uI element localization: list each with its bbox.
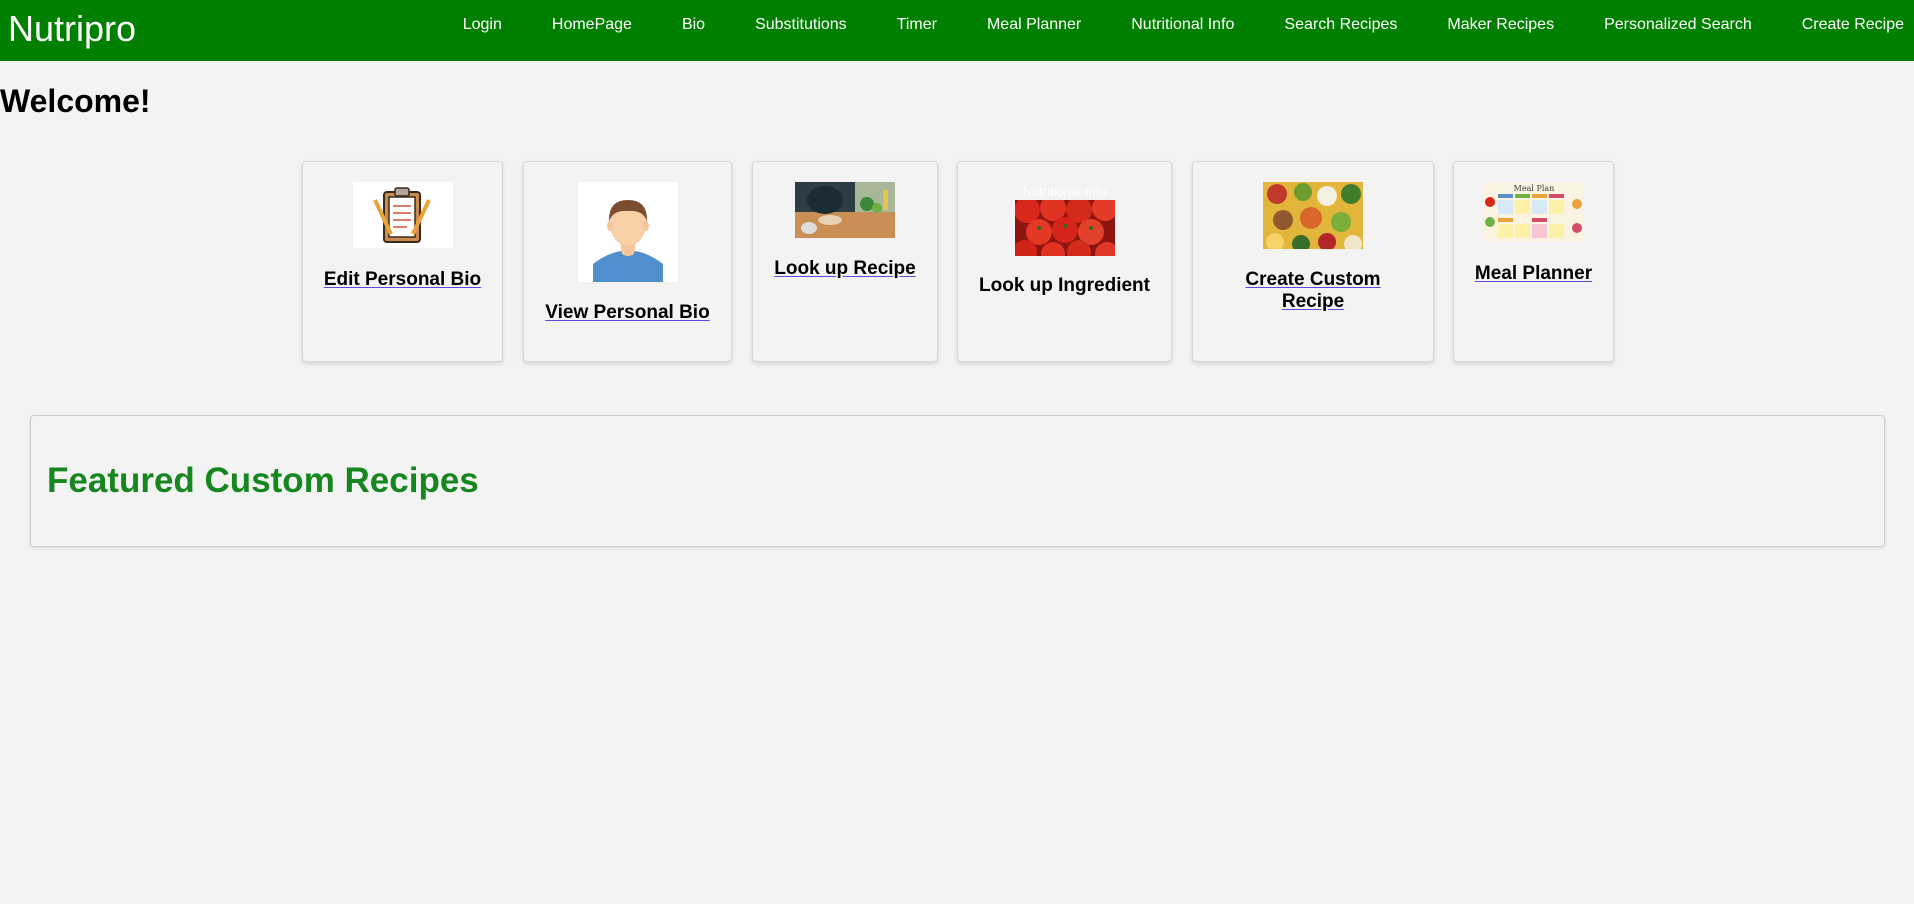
welcome-heading: Welcome!: [0, 83, 151, 119]
featured-recipes-section: Featured Custom Recipes: [30, 415, 1885, 547]
tomatoes-photo: [1014, 200, 1115, 256]
card-meal-planner-link[interactable]: Meal Planner: [1454, 263, 1613, 285]
nav-create-recipe[interactable]: Create Recipe: [1802, 16, 1904, 34]
meal-plan-icon: Meal Plan: [1483, 182, 1584, 242]
featured-recipes-title: Featured Custom Recipes: [47, 461, 479, 500]
brand-logo[interactable]: Nutripro: [8, 8, 136, 50]
card-view-personal-bio-link[interactable]: View Personal Bio: [524, 302, 731, 324]
nav-nutritional-info[interactable]: Nutritional Info: [1131, 16, 1234, 34]
card-edit-personal-bio[interactable]: Edit Personal Bio: [302, 161, 503, 362]
nav-timer[interactable]: Timer: [897, 16, 937, 34]
card-create-custom-recipe-link[interactable]: Create Custom Recipe: [1193, 269, 1433, 313]
nav-bio[interactable]: Bio: [682, 16, 705, 34]
card-edit-personal-bio-link[interactable]: Edit Personal Bio: [303, 269, 502, 291]
nav-substitutions[interactable]: Substitutions: [755, 16, 847, 34]
nav-personalized-search[interactable]: Personalized Search: [1604, 16, 1752, 34]
card-meal-planner[interactable]: Meal Plan Meal Planner: [1453, 161, 1614, 362]
image-caption: Nutritional Info: [1022, 184, 1107, 199]
nav-meal-planner[interactable]: Meal Planner: [987, 16, 1081, 34]
user-avatar-icon: [577, 182, 678, 282]
card-create-custom-recipe[interactable]: Create Custom Recipe: [1192, 161, 1434, 362]
card-view-personal-bio[interactable]: View Personal Bio: [523, 161, 732, 362]
nav-login[interactable]: Login: [463, 16, 502, 34]
clipboard-icon: [352, 182, 453, 248]
card-look-up-ingredient[interactable]: Nutritional Info Look up Ingredient: [957, 161, 1172, 362]
card-look-up-recipe-link[interactable]: Look up Recipe: [753, 258, 937, 280]
top-navbar: Nutripro Login HomePage Bio Substitution…: [0, 0, 1914, 61]
nav-maker-recipes[interactable]: Maker Recipes: [1447, 16, 1554, 34]
nav-search-recipes[interactable]: Search Recipes: [1284, 16, 1397, 34]
nav-homepage[interactable]: HomePage: [552, 16, 632, 34]
card-look-up-ingredient-label: Look up Ingredient: [979, 275, 1150, 296]
nav-links: Login HomePage Bio Substitutions Timer M…: [463, 0, 1904, 49]
vegetables-photo: [1263, 182, 1363, 249]
meal-plan-caption: Meal Plan: [1513, 184, 1554, 193]
cooking-photo: [795, 182, 895, 238]
card-look-up-recipe[interactable]: Look up Recipe: [752, 161, 938, 362]
